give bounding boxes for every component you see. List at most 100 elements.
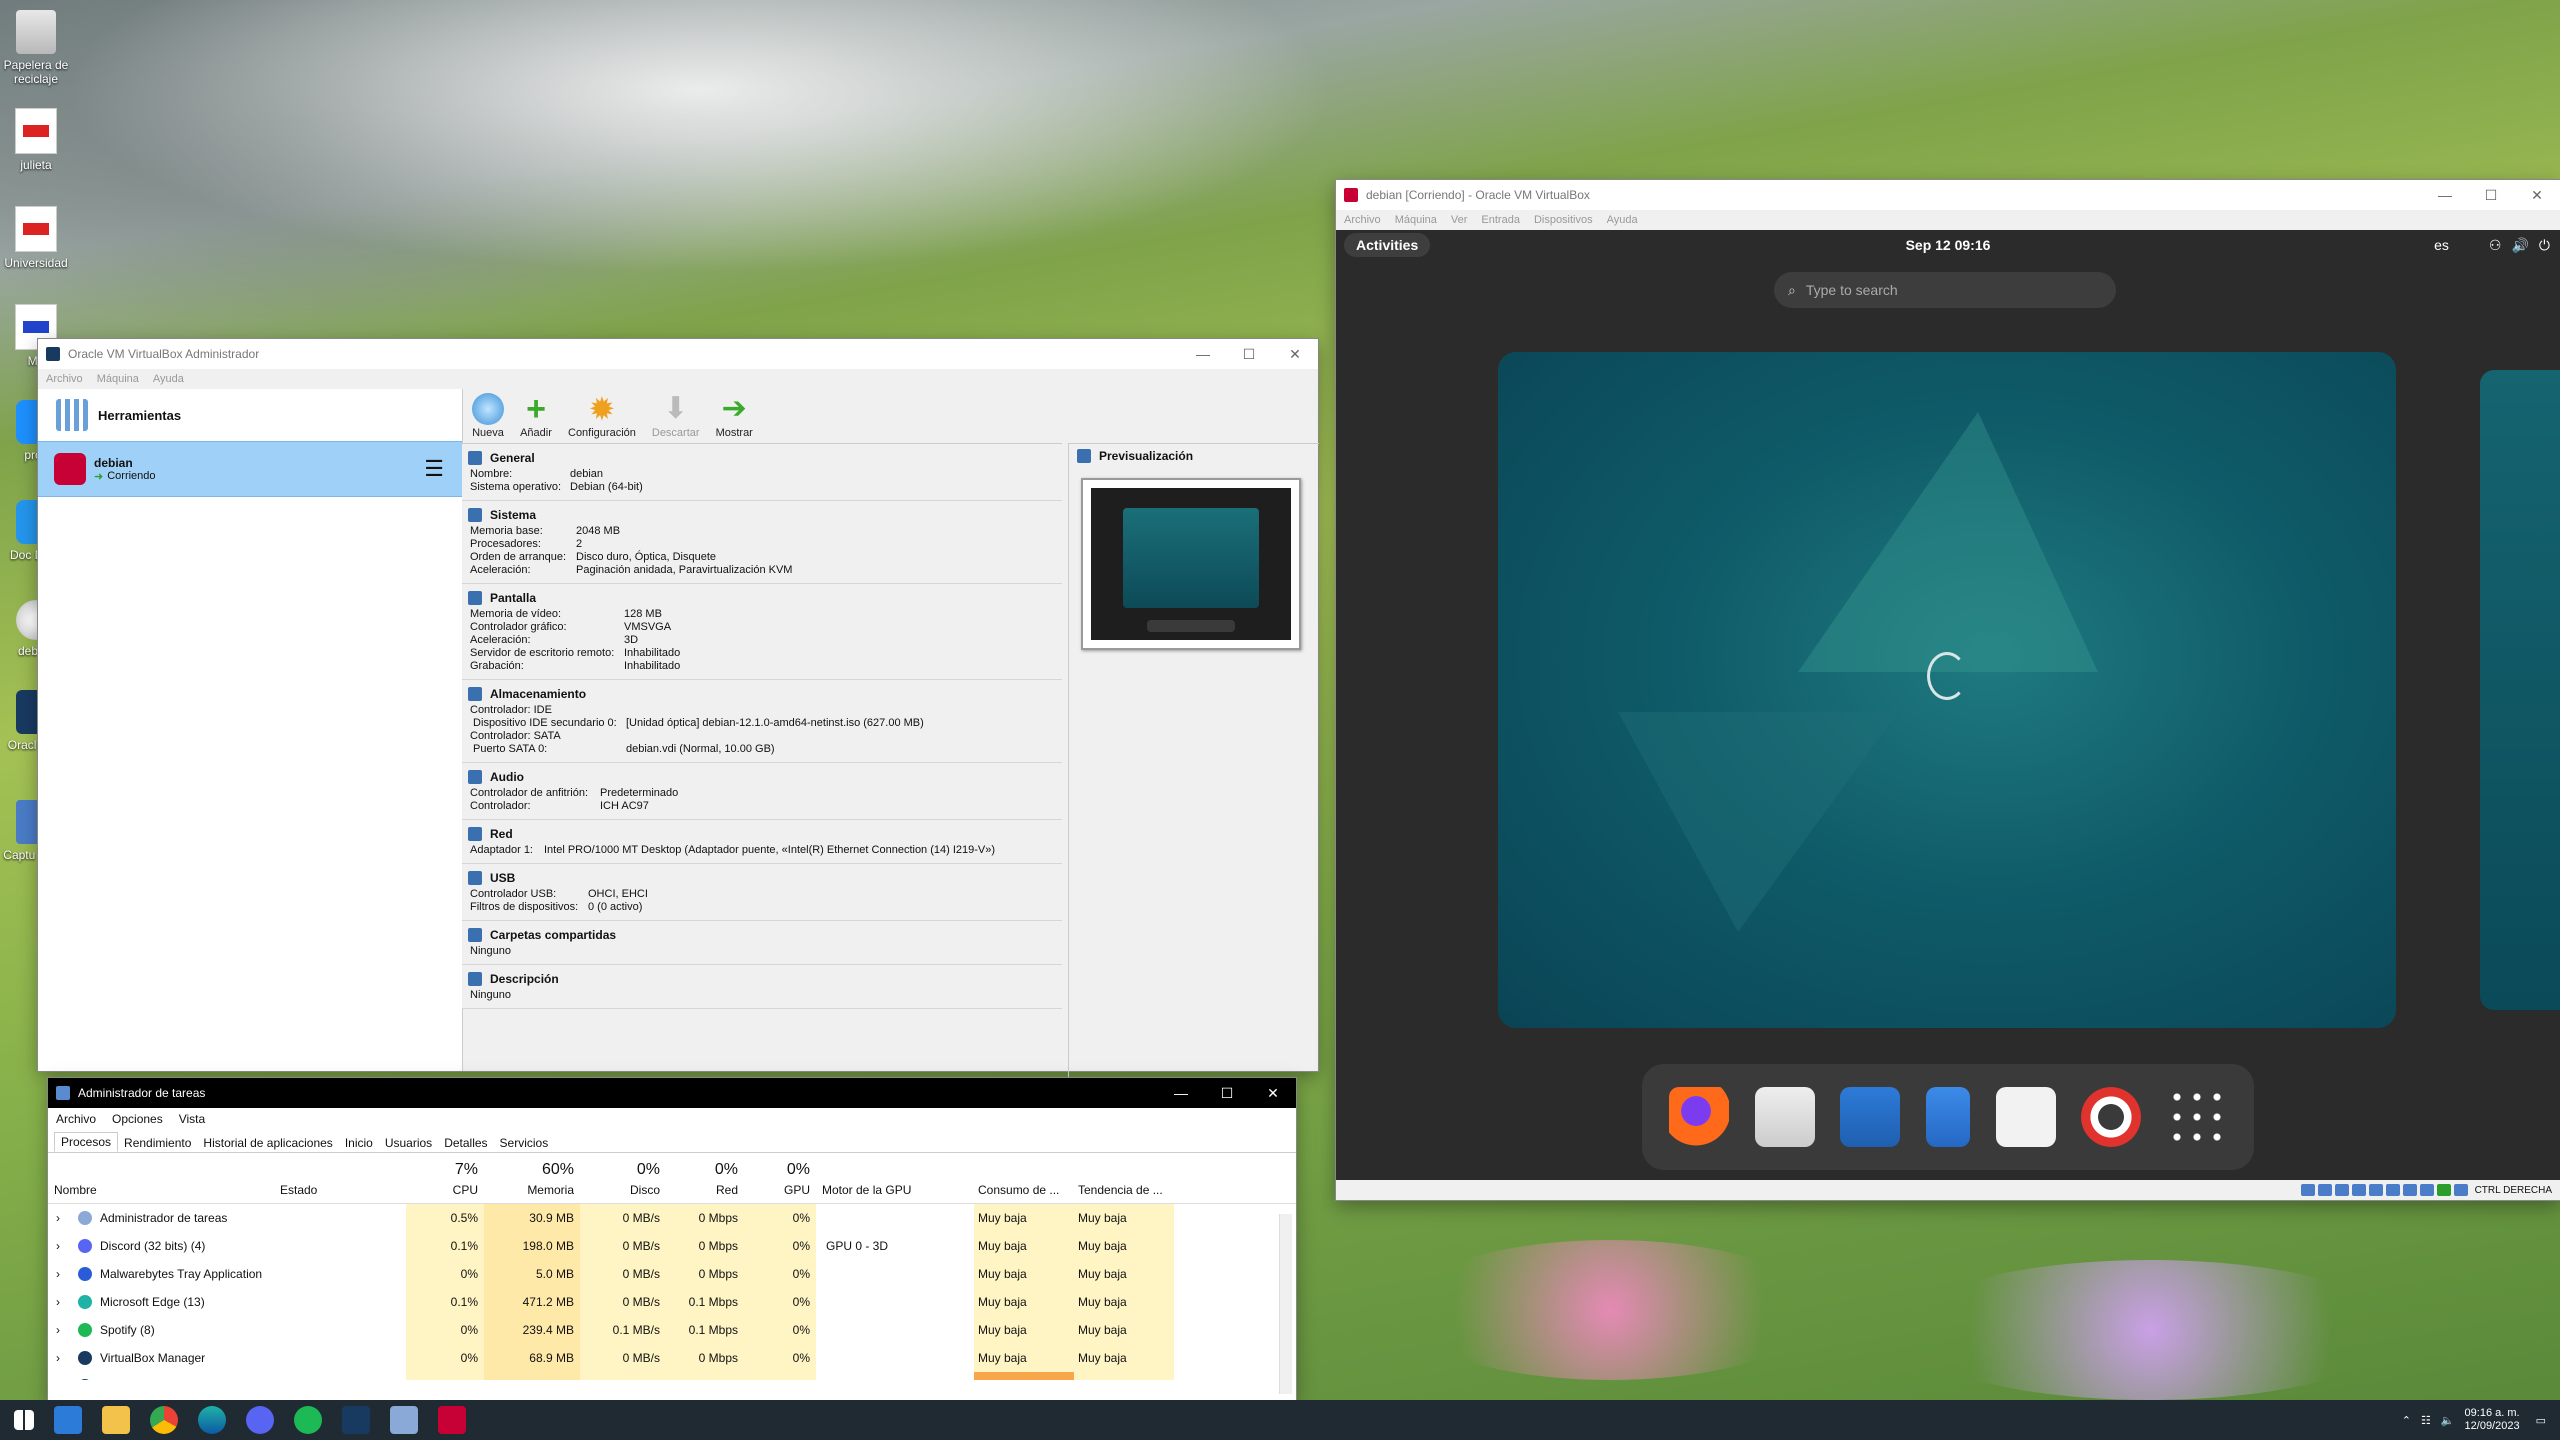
table-row[interactable]: › Administrador de tareas 0.5% 30.9 MB 0 MB/… [48, 1204, 1296, 1232]
network-icon[interactable]: ⚇ [2489, 237, 2502, 254]
menu-archivo[interactable]: Archivo [1344, 214, 1381, 226]
expand-chevron-icon[interactable]: › [56, 1288, 70, 1316]
clock[interactable]: Sep 12 09:16 [1336, 237, 2560, 253]
tab-procesos[interactable]: Procesos [54, 1132, 119, 1152]
maximize-button[interactable]: ☐ [1204, 1085, 1250, 1102]
workspace-thumbnail-current[interactable] [1498, 352, 2396, 1028]
column-header-name[interactable]: Nombre [54, 1183, 284, 1197]
minimize-button[interactable]: — [1158, 1085, 1204, 1102]
menu-vista[interactable]: Vista [179, 1112, 205, 1126]
firefox-icon[interactable] [1668, 1087, 1729, 1147]
tab-usuarios[interactable]: Usuarios [379, 1134, 438, 1152]
task-view-icon[interactable] [54, 1406, 82, 1434]
power-icon[interactable]: ⏻ [2539, 237, 2550, 254]
menu-maquina[interactable]: Máquina [1395, 214, 1437, 226]
mail-clock-icon[interactable] [1754, 1087, 1815, 1147]
activities-button[interactable]: Activities [1344, 233, 1431, 257]
files-icon[interactable] [1925, 1087, 1970, 1147]
maximize-button[interactable]: ☐ [1226, 346, 1272, 363]
expand-chevron-icon[interactable]: › [56, 1372, 70, 1380]
section-header[interactable]: Sistema [468, 505, 1056, 525]
menu-entrada[interactable]: Entrada [1481, 214, 1520, 226]
table-row[interactable]: › Discord (32 bits) (4) 0.1% 198.0 MB 0 MB/s… [48, 1232, 1296, 1260]
apps-grid-icon[interactable] [2167, 1087, 2228, 1147]
desktop-icon-recycle-bin[interactable]: Papelera de reciclaje [0, 10, 72, 86]
chevron-up-icon[interactable]: ⌃ [2402, 1414, 2411, 1427]
mouse-integration-icon[interactable] [2453, 1184, 2468, 1196]
section-header[interactable]: Red [468, 824, 1056, 844]
menu-archivo[interactable]: Archivo [46, 373, 83, 385]
column-header-power-trend[interactable]: Tendencia de ... [1078, 1183, 1178, 1197]
cpu-status-icon[interactable] [2436, 1184, 2451, 1196]
usb-status-icon[interactable] [2368, 1184, 2383, 1196]
expand-chevron-icon[interactable]: › [56, 1260, 70, 1288]
spotify-icon[interactable] [294, 1406, 322, 1434]
desktop-icon-universidad[interactable]: Universidad [0, 206, 72, 270]
chrome-icon[interactable] [150, 1406, 178, 1434]
section-header[interactable]: Carpetas compartidas [468, 925, 1056, 945]
column-header-power[interactable]: Consumo de ... [978, 1183, 1078, 1197]
close-button[interactable]: ✕ [1250, 1085, 1296, 1102]
audio-status-icon[interactable] [2334, 1184, 2349, 1196]
expand-chevron-icon[interactable]: › [56, 1344, 70, 1372]
discord-icon[interactable] [246, 1406, 274, 1434]
writer-icon[interactable] [1840, 1087, 1901, 1147]
keyboard-layout-indicator[interactable]: es [2434, 237, 2449, 253]
notifications-icon[interactable]: ▭ [2536, 1414, 2546, 1427]
window-titlebar[interactable]: debian [Corriendo] - Oracle VM VirtualBo… [1336, 180, 2560, 210]
show-button[interactable]: ➔ Mostrar [712, 393, 757, 443]
section-header[interactable]: Audio [468, 767, 1056, 787]
add-button[interactable]: + Añadir [516, 392, 556, 443]
optical-status-icon[interactable] [2317, 1184, 2332, 1196]
column-header-cpu[interactable]: CPU [406, 1183, 484, 1197]
section-header[interactable]: Pantalla [468, 588, 1056, 608]
software-icon[interactable] [1995, 1087, 2056, 1147]
expand-chevron-icon[interactable]: › [56, 1232, 70, 1260]
minimize-button[interactable]: — [1180, 346, 1226, 363]
tab-historial[interactable]: Historial de aplicaciones [197, 1134, 338, 1152]
vm-list-item-debian[interactable]: debian ➜ Corriendo ☰ [38, 441, 462, 497]
column-header-gpu[interactable]: GPU [744, 1183, 816, 1197]
search-input[interactable]: ⌕ Type to search [1774, 272, 2116, 308]
network-status-icon[interactable] [2351, 1184, 2366, 1196]
hdd-status-icon[interactable] [2300, 1184, 2315, 1196]
tab-rendimiento[interactable]: Rendimiento [118, 1134, 197, 1152]
volume-icon[interactable]: 🔈 [2441, 1414, 2455, 1427]
column-header-network[interactable]: Red [666, 1183, 744, 1197]
recording-status-icon[interactable] [2419, 1184, 2434, 1196]
vertical-scrollbar[interactable] [1279, 1214, 1292, 1394]
section-header[interactable]: Descripción [468, 969, 1056, 989]
volume-icon[interactable]: 🔊 [2511, 237, 2528, 254]
edge-icon[interactable] [198, 1406, 226, 1434]
menu-maquina[interactable]: Máquina [97, 373, 139, 385]
debian-vm-icon[interactable] [438, 1406, 466, 1434]
minimize-button[interactable]: — [2422, 187, 2468, 204]
section-header[interactable]: USB [468, 868, 1056, 888]
section-header[interactable]: Almacenamiento [468, 684, 1056, 704]
tab-inicio[interactable]: Inicio [339, 1134, 379, 1152]
desktop-icon-julieta[interactable]: julieta [0, 108, 72, 172]
discard-button[interactable]: ⬇ Descartar [648, 393, 704, 443]
table-row[interactable]: › VirtualBox Manager 0% 68.9 MB 0 MB/s 0 Mbps… [48, 1344, 1296, 1372]
window-titlebar[interactable]: Administrador de tareas — ☐ ✕ [48, 1078, 1296, 1108]
virtualbox-icon[interactable] [342, 1406, 370, 1434]
table-row[interactable]: › Malwarebytes Tray Application 0% 5.0 MB 0 … [48, 1260, 1296, 1288]
column-header-disk[interactable]: Disco [580, 1183, 666, 1197]
file-explorer-icon[interactable] [102, 1406, 130, 1434]
vm-menu-icon[interactable]: ☰ [424, 456, 444, 482]
network-icon[interactable]: ☷ [2421, 1414, 2431, 1427]
tools-item[interactable]: Herramientas [38, 389, 462, 441]
menu-opciones[interactable]: Opciones [112, 1112, 163, 1126]
menu-ayuda[interactable]: Ayuda [153, 373, 184, 385]
menu-ver[interactable]: Ver [1451, 214, 1468, 226]
maximize-button[interactable]: ☐ [2468, 187, 2514, 204]
taskbar-clock[interactable]: 09:16 a. m. 12/09/2023 [2465, 1407, 2520, 1433]
help-icon[interactable] [2081, 1087, 2142, 1147]
menu-dispositivos[interactable]: Dispositivos [1534, 214, 1593, 226]
close-button[interactable]: ✕ [1272, 346, 1318, 363]
table-row[interactable]: › Microsoft Edge (13) 0.1% 471.2 MB 0 MB/s 0.… [48, 1288, 1296, 1316]
window-titlebar[interactable]: Oracle VM VirtualBox Administrador — ☐ ✕ [38, 339, 1318, 369]
tab-detalles[interactable]: Detalles [438, 1134, 493, 1152]
preview-header[interactable]: Previsualización [1069, 444, 1319, 468]
shared-folders-status-icon[interactable] [2385, 1184, 2400, 1196]
